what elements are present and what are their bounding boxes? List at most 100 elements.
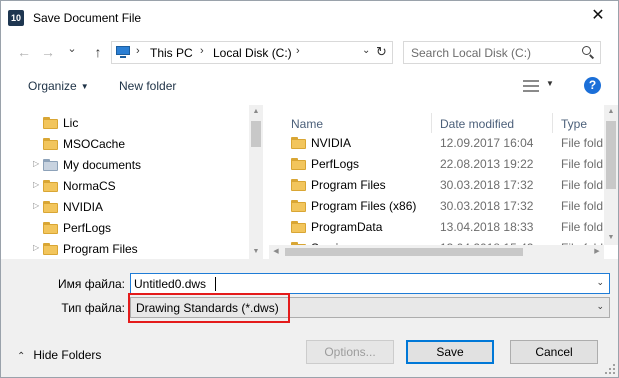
text-cursor — [215, 277, 216, 291]
scroll-up-icon[interactable]: ▲ — [249, 105, 263, 119]
scroll-thumb[interactable] — [606, 121, 616, 189]
file-row[interactable]: NVIDIA 12.09.2017 16:04 File fold — [269, 133, 604, 154]
column-separator[interactable] — [552, 113, 553, 133]
column-header-date[interactable]: Date modified — [440, 117, 514, 131]
refresh-icon[interactable]: ↻ — [376, 44, 387, 60]
filetype-label: Тип файла: — [61, 301, 125, 315]
title-bar: 10 Save Document File ✕ — [1, 1, 618, 33]
folder-icon — [43, 243, 58, 255]
up-button[interactable]: ↑ — [89, 43, 107, 61]
scroll-down-icon[interactable]: ▼ — [604, 231, 618, 245]
column-header-name[interactable]: Name — [291, 117, 323, 131]
breadcrumb-local-disk[interactable]: Local Disk (C:) — [213, 46, 292, 60]
save-dialog: 10 Save Document File ✕ ← → ⌄ ↑ › This P… — [0, 0, 619, 378]
view-options-icon[interactable] — [523, 79, 539, 93]
search-input[interactable]: Search Local Disk (C:) — [403, 41, 601, 64]
folder-icon — [291, 158, 306, 170]
filename-label: Имя файла: — [58, 277, 125, 291]
expand-arrow-icon[interactable]: ▷ — [33, 201, 39, 210]
chevron-up-icon: ⌃ — [17, 351, 26, 362]
resize-grip-icon[interactable] — [605, 364, 615, 374]
breadcrumb-separator: › — [200, 45, 204, 57]
tree-item-nvidia[interactable]: ▷ NVIDIA — [1, 197, 247, 218]
window-title: Save Document File — [33, 11, 142, 25]
file-date: 13.04.2018 18:33 — [440, 220, 534, 234]
folder-icon — [43, 222, 58, 234]
tree-item-perflogs[interactable]: PerfLogs — [1, 218, 247, 239]
scroll-thumb[interactable] — [285, 248, 523, 256]
recent-locations-button[interactable]: ⌄ — [63, 40, 81, 58]
file-name: ProgramData — [311, 220, 383, 234]
scroll-left-icon[interactable]: ◀ — [269, 245, 283, 259]
column-separator[interactable] — [431, 113, 432, 133]
tree-item-msocache[interactable]: MSOCache — [1, 134, 247, 155]
options-button[interactable]: Options... — [306, 340, 394, 364]
file-row[interactable]: Program Files 30.03.2018 17:32 File fold — [269, 175, 604, 196]
expand-arrow-icon[interactable]: ▷ — [33, 243, 39, 252]
folder-icon — [291, 200, 306, 212]
app-icon: 10 — [8, 10, 24, 26]
tree-item-my-documents[interactable]: ▷ My documents — [1, 155, 247, 176]
folder-special-icon — [43, 159, 58, 171]
file-type: File fold — [561, 220, 604, 234]
scroll-up-icon[interactable]: ▲ — [604, 105, 618, 119]
folder-icon — [291, 221, 306, 233]
hide-folders-button[interactable]: ⌃ Hide Folders — [17, 348, 101, 362]
folder-icon — [43, 201, 58, 213]
tree-item-label: My documents — [63, 158, 142, 172]
organize-button[interactable]: Organize ▼ — [28, 79, 89, 93]
back-button[interactable]: ← — [15, 43, 33, 61]
file-name: Program Files — [311, 178, 386, 192]
chevron-down-icon: ▼ — [80, 82, 89, 91]
this-pc-icon — [116, 46, 130, 58]
nav-scrollbar[interactable]: ▲ ▼ — [249, 105, 263, 259]
save-button[interactable]: Save — [406, 340, 494, 364]
address-dropdown-button[interactable]: ⌄ — [362, 45, 370, 56]
view-dropdown-icon[interactable]: ▼ — [546, 79, 554, 88]
file-date: 30.03.2018 17:32 — [440, 178, 534, 192]
file-type: File fold — [561, 157, 604, 171]
column-header-type[interactable]: Type — [561, 117, 587, 131]
tree-item-program-files[interactable]: ▷ Program Files — [1, 239, 247, 260]
folder-icon — [291, 137, 306, 149]
tree-item-normacs[interactable]: ▷ NormaCS — [1, 176, 247, 197]
chevron-down-icon[interactable]: ⌄ — [596, 301, 604, 312]
breadcrumb-this-pc[interactable]: This PC — [150, 46, 193, 60]
organize-label: Organize — [28, 79, 77, 93]
file-list-scrollbar[interactable]: ▲ ▼ — [604, 105, 618, 245]
breadcrumb-separator: › — [296, 45, 300, 57]
file-list: Name Date modified Type NVIDIA 12.09.201… — [269, 105, 618, 259]
file-date: 22.08.2013 19:22 — [440, 157, 534, 171]
filename-field[interactable]: Untitled0.dws ⌄ — [130, 273, 610, 294]
breadcrumb-separator: › — [136, 45, 140, 57]
file-row[interactable]: ProgramData 13.04.2018 18:33 File fold — [269, 217, 604, 238]
folder-icon — [43, 117, 58, 129]
file-type: File fold — [561, 178, 604, 192]
tree-item-label: PerfLogs — [63, 221, 112, 235]
expand-arrow-icon[interactable]: ▷ — [33, 180, 39, 189]
tree-item-label: MSOCache — [63, 137, 126, 151]
file-row[interactable]: PerfLogs 22.08.2013 19:22 File fold — [269, 154, 604, 175]
file-name: NVIDIA — [311, 136, 352, 150]
scroll-thumb[interactable] — [251, 121, 261, 147]
address-bar[interactable]: › This PC › Local Disk (C:) › ⌄ ↻ — [111, 41, 393, 64]
scroll-down-icon[interactable]: ▼ — [249, 245, 263, 259]
navigation-pane: Lic MSOCache ▷ My documents ▷ NormaCS ▷ … — [1, 105, 265, 259]
new-folder-button[interactable]: New folder — [119, 79, 176, 93]
close-button[interactable]: ✕ — [578, 1, 618, 31]
file-list-hscrollbar[interactable]: ◀ ▶ — [269, 245, 604, 259]
expand-arrow-icon[interactable]: ▷ — [33, 159, 39, 168]
file-date: 12.09.2017 16:04 — [440, 136, 534, 150]
cancel-button[interactable]: Cancel — [510, 340, 598, 364]
search-placeholder: Search Local Disk (C:) — [411, 46, 532, 60]
forward-button[interactable]: → — [39, 43, 57, 61]
file-date: 30.03.2018 17:32 — [440, 199, 534, 213]
pane-divider[interactable] — [265, 105, 268, 259]
file-type: File fold — [561, 199, 604, 213]
help-icon[interactable]: ? — [584, 77, 601, 94]
chevron-down-icon[interactable]: ⌄ — [596, 277, 604, 288]
file-row[interactable]: Program Files (x86) 30.03.2018 17:32 Fil… — [269, 196, 604, 217]
filename-value: Untitled0.dws — [134, 277, 207, 291]
tree-item-lic[interactable]: Lic — [1, 113, 247, 134]
scroll-right-icon[interactable]: ▶ — [590, 245, 604, 259]
